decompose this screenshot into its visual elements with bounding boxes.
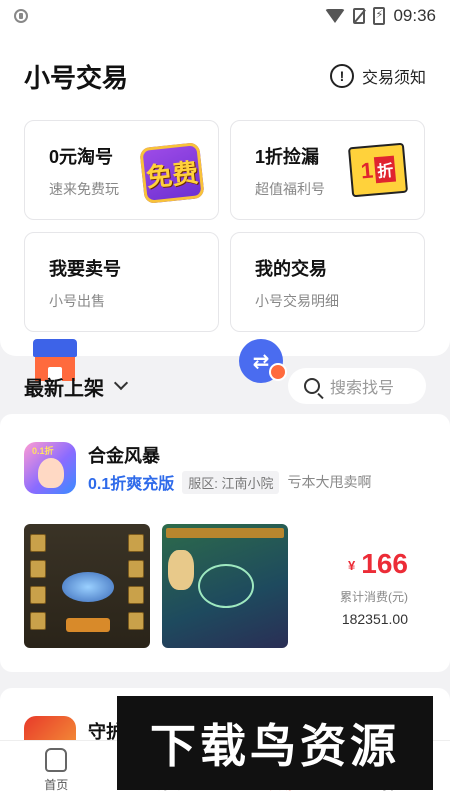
tile-title: 我的交易 (255, 259, 327, 279)
page-title: 小号交易 (24, 62, 129, 93)
no-sim-icon (353, 8, 366, 24)
tile-my-trades[interactable]: 我的交易 小号交易明细 ⇄ (230, 232, 425, 383)
total-spend-value: 182351.00 (341, 611, 408, 627)
watermark-text: 下载鸟资源 (150, 720, 400, 772)
section-title: 最新上架 (24, 377, 104, 400)
tile-title: 我要卖号 (49, 259, 121, 279)
screenshot-thumbnail[interactable] (24, 524, 150, 648)
nav-home[interactable]: 首页 (0, 741, 113, 800)
battery-charging-icon (373, 7, 386, 25)
watermark-banner: 下载鸟资源 (117, 696, 433, 790)
search-placeholder: 搜索找号 (330, 380, 395, 397)
listing-description: 亏本大甩卖啊 (287, 474, 372, 490)
discount-badge-number: 1 (359, 157, 375, 184)
tile-sell-account[interactable]: 我要卖号 小号出售 (24, 232, 219, 381)
wifi-icon (325, 9, 346, 23)
price: ¥166 (340, 548, 408, 580)
price-value: 166 (361, 548, 408, 579)
search-icon (304, 378, 320, 394)
server-tag: 服区: 江南小院 (182, 470, 280, 494)
currency-symbol: ¥ (348, 558, 356, 574)
tile-subtitle: 小号交易明细 (255, 293, 339, 309)
home-icon (45, 748, 68, 772)
chevron-down-icon[interactable] (113, 375, 129, 391)
game-icon-label: 0.1折 (32, 446, 54, 456)
discount-badge-text: 折 (373, 155, 397, 184)
free-badge-icon: 免费 (139, 142, 205, 204)
free-badge-text: 免费 (144, 156, 200, 193)
exclamation-circle-icon: ! (329, 64, 354, 88)
status-time: 09:36 (393, 6, 436, 25)
price-block: ¥166 累计消费(元) 182351.00 (340, 548, 408, 627)
trade-notice-button[interactable]: ! 交易须知 (329, 64, 426, 88)
listing-tags: 0.1折爽充版 服区: 江南小院 亏本大甩卖啊 (88, 470, 371, 494)
feature-tiles: 0元淘号 速来免费玩 免费 1折捡漏 超值福利号 1 折 我要卖号 小号出售 我… (0, 120, 450, 383)
listing-card[interactable]: 0.1折 合金风暴 0.1折爽充版 服区: 江南小院 亏本大甩卖啊 ¥166 累… (0, 414, 450, 672)
status-bar: 09:36 (0, 0, 450, 32)
trade-notice-label: 交易须知 (361, 70, 426, 87)
latest-listings-header: 最新上架 搜索找号 (0, 360, 450, 412)
tile-subtitle: 小号出售 (49, 293, 105, 309)
search-button[interactable]: 搜索找号 (288, 368, 426, 404)
tile-bargain[interactable]: 1折捡漏 超值福利号 1 折 (230, 120, 425, 220)
game-name: 合金风暴 (88, 446, 160, 466)
tile-free-accounts[interactable]: 0元淘号 速来免费玩 免费 (24, 120, 219, 220)
game-icon: 0.1折 (24, 442, 76, 494)
discount-tag: 0.1折爽充版 (88, 476, 175, 493)
nav-label: 首页 (44, 778, 69, 792)
total-spend-label: 累计消费(元) (340, 590, 408, 604)
page-header: 小号交易 ! 交易须知 (0, 32, 450, 120)
screenshot-thumbnail[interactable] (162, 524, 288, 648)
shield-icon (14, 9, 28, 23)
status-icons: 09:36 (325, 6, 436, 26)
discount-badge-icon: 1 折 (347, 142, 409, 201)
